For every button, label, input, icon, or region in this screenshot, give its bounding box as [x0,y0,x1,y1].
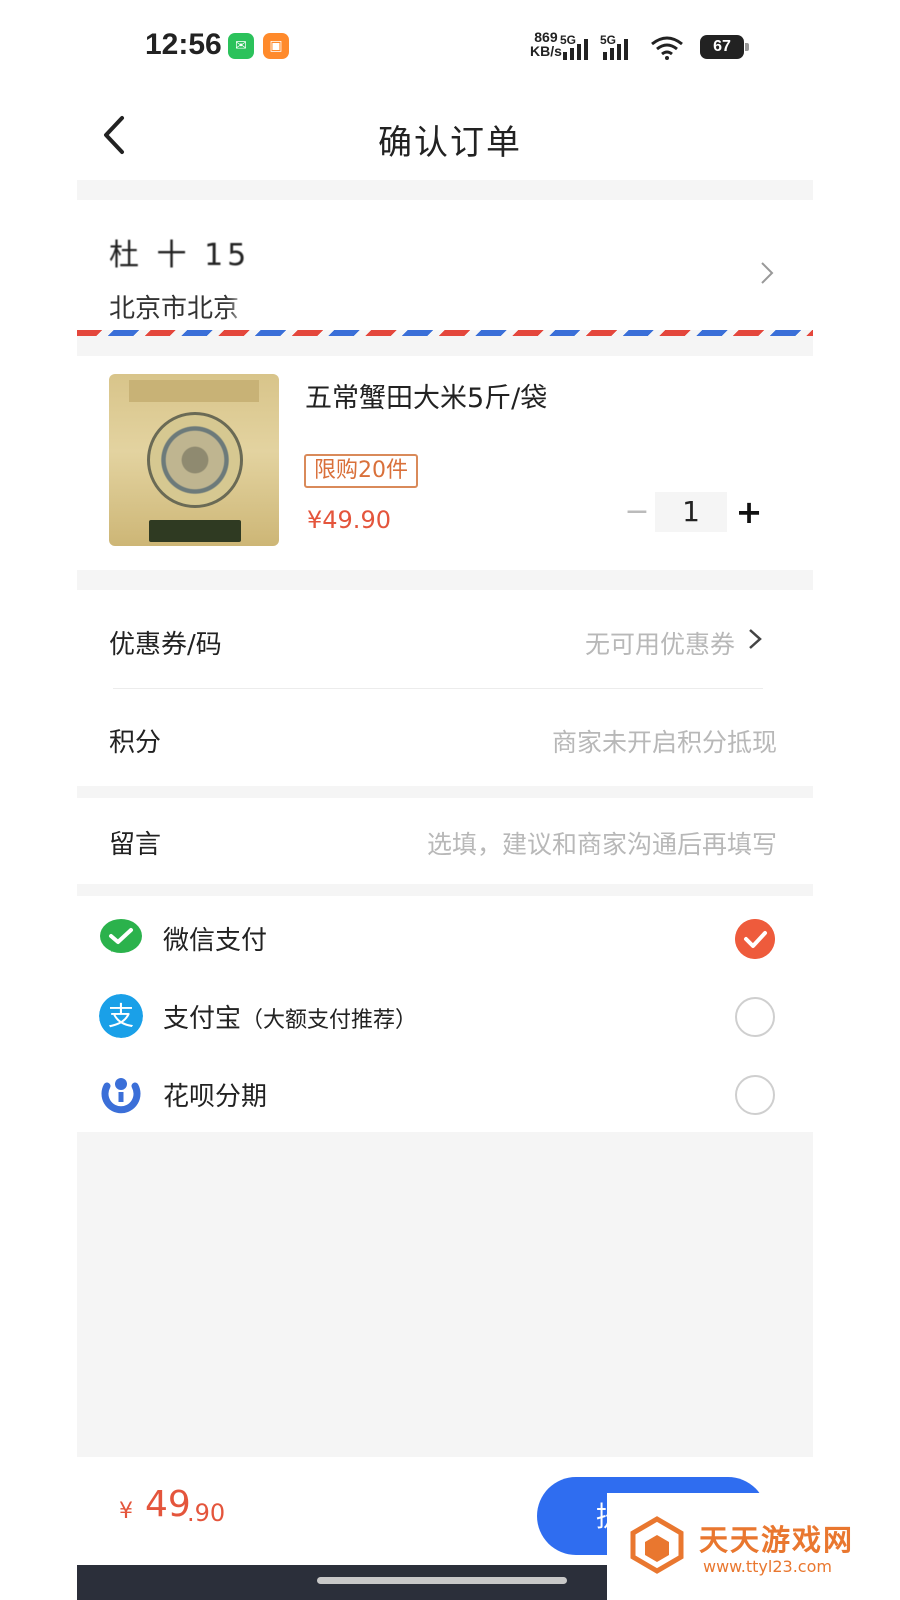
cell-signal-icon-2: 5G [600,34,628,60]
product-image [109,374,279,546]
rice-bag-label [149,520,241,542]
recipient-name-phone: 杜 十 15 [109,238,251,273]
cell-signal-icon: 5G [560,34,588,60]
watermark-logo-icon [630,1516,684,1574]
payment-option-label: 支付宝（大额支付推荐） [163,1004,418,1034]
payment-option-huabei[interactable]: 花呗分期 [77,1056,813,1134]
radio-checked-icon[interactable] [735,919,775,959]
huabei-icon [101,1078,141,1114]
radio-unchecked-icon[interactable] [735,1075,775,1115]
total-currency: ¥ [119,1499,133,1524]
total-amount: 49 [145,1484,191,1525]
address-line: 北京市北京 [109,294,240,324]
payment-option-label: 微信支付 [163,926,268,956]
discount-card: 优惠券/码 无可用优惠券 积分 商家未开启积分抵现 [77,590,813,786]
product-title: 五常蟹田大米5斤/袋 [305,383,548,414]
svg-text:5G: 5G [560,34,576,47]
purchase-limit-badge: 限购20件 [304,454,418,488]
status-bar: 12:56 ✉ ▣ 869 KB/s 5G 5G 67 [0,0,900,90]
shop-notification-icon: ▣ [263,33,289,59]
total-decimal: .90 [187,1499,226,1527]
points-value: 商家未开启积分抵现 [551,728,777,757]
rice-bag-top [129,380,259,402]
message-card: 留言 选填，建议和商家沟通后再填写 [77,798,813,884]
network-speed-value: 869 [534,29,558,45]
wechat-notification-icon: ✉ [228,33,254,59]
network-speed-unit: KB/s [530,43,562,59]
product-card: 五常蟹田大米5斤/袋 限购20件 ¥49.90 − 1 + [77,356,813,570]
quantity-input[interactable]: 1 [655,492,727,532]
payment-option-wechat[interactable]: 微信支付 [77,900,813,978]
privacy-blur [297,228,467,270]
coupon-label: 优惠券/码 [109,630,222,660]
wifi-icon [651,36,683,60]
home-indicator[interactable] [317,1577,567,1584]
rice-bag-dragon-medallion [147,412,243,508]
chevron-right-icon [761,262,774,284]
chevron-right-icon[interactable] [747,626,763,652]
radio-unchecked-icon[interactable] [735,997,775,1037]
svg-text:5G: 5G [600,34,616,47]
quantity-increase-button[interactable]: + [733,492,765,532]
message-input[interactable]: 选填，建议和商家沟通后再填写 [427,825,777,861]
watermark-text: 天天游戏网 [699,1523,855,1557]
airmail-divider [77,330,813,336]
watermark: 天天游戏网 www.ttyl23.com [607,1493,900,1600]
order-content: 杜 十 15 北京市北京 五常蟹田大米5斤/袋 限购20件 ¥49.90 − 1… [77,180,813,1600]
wechat-pay-icon [100,919,142,953]
status-time: 12:56 [145,28,222,61]
payment-option-label: 花呗分期 [163,1082,268,1112]
row-divider [113,688,763,689]
message-label: 留言 [109,830,162,860]
svg-text:支: 支 [108,1002,134,1032]
alipay-icon: 支 [99,994,143,1038]
privacy-blur [237,286,537,326]
watermark-url: www.ttyl23.com [703,1557,832,1576]
payment-option-alipay[interactable]: 支 支付宝（大额支付推荐） [77,978,813,1056]
address-card[interactable]: 杜 十 15 北京市北京 [77,200,813,330]
network-speed: 869 KB/s [530,30,562,58]
page-title: 确认订单 [378,123,522,163]
header: 确认订单 [0,90,900,180]
points-label: 积分 [109,728,162,758]
quantity-decrease-button[interactable]: − [622,492,652,532]
coupon-value[interactable]: 无可用优惠券 [585,625,735,661]
battery-indicator: 67 [700,35,749,59]
payment-options: 微信支付 支 支付宝（大额支付推荐） 花呗分期 [77,896,813,1132]
product-price: ¥49.90 [307,506,391,534]
